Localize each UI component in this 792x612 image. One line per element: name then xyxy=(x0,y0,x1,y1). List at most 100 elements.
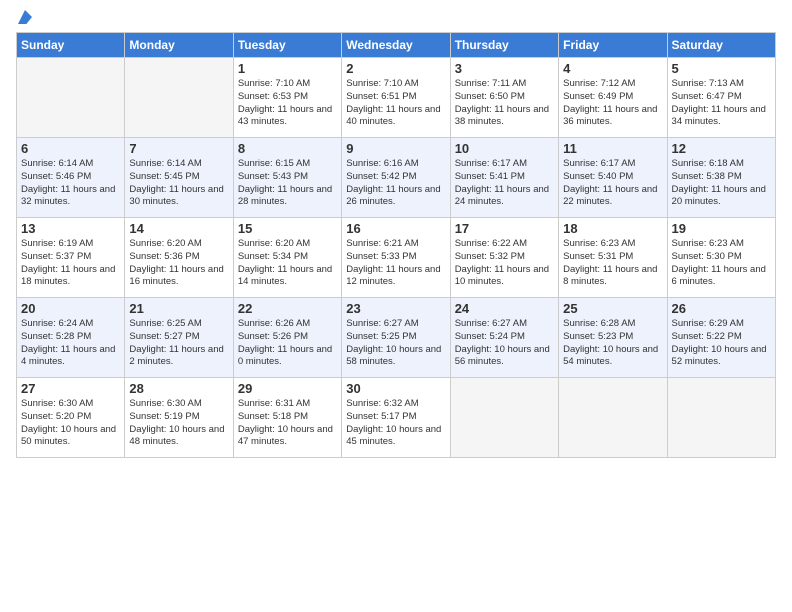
day-info: Sunrise: 6:21 AM Sunset: 5:33 PM Dayligh… xyxy=(346,238,445,289)
calendar-cell: 24 Sunrise: 6:27 AM Sunset: 5:24 PM Dayli… xyxy=(450,298,558,378)
calendar-cell: 27 Sunrise: 6:30 AM Sunset: 5:20 PM Dayli… xyxy=(17,378,125,458)
day-number: 1 xyxy=(238,61,337,76)
day-info: Sunrise: 6:19 AM Sunset: 5:37 PM Dayligh… xyxy=(21,238,120,289)
calendar-cell: 2Sunrise: 7:10 AM Sunset: 6:51 PM Daylig… xyxy=(342,58,450,138)
day-number: 26 xyxy=(672,301,771,316)
calendar-week-row: 27 Sunrise: 6:30 AM Sunset: 5:20 PM Dayli… xyxy=(17,378,776,458)
calendar-day-header: Monday xyxy=(125,33,233,58)
day-info: Sunrise: 7:10 AM Sunset: 6:51 PM Dayligh… xyxy=(346,78,445,129)
calendar-cell xyxy=(667,378,775,458)
day-number: 21 xyxy=(129,301,228,316)
calendar-cell: 10 Sunrise: 6:17 AM Sunset: 5:41 PM Dayli… xyxy=(450,138,558,218)
day-number: 13 xyxy=(21,221,120,236)
day-info: Sunrise: 7:12 AM Sunset: 6:49 PM Dayligh… xyxy=(563,78,662,129)
logo xyxy=(16,10,32,24)
day-number: 17 xyxy=(455,221,554,236)
day-number: 22 xyxy=(238,301,337,316)
calendar-cell: 26 Sunrise: 6:29 AM Sunset: 5:22 PM Dayli… xyxy=(667,298,775,378)
calendar-cell: 29Sunrise: 6:31 AM Sunset: 5:18 PM Dayli… xyxy=(233,378,341,458)
day-info: Sunrise: 6:32 AM Sunset: 5:17 PM Dayligh… xyxy=(346,398,445,449)
calendar-day-header: Wednesday xyxy=(342,33,450,58)
day-number: 7 xyxy=(129,141,228,156)
day-number: 12 xyxy=(672,141,771,156)
calendar-cell: 15 Sunrise: 6:20 AM Sunset: 5:34 PM Dayli… xyxy=(233,218,341,298)
calendar-cell: 30 Sunrise: 6:32 AM Sunset: 5:17 PM Dayli… xyxy=(342,378,450,458)
calendar-cell: 25 Sunrise: 6:28 AM Sunset: 5:23 PM Dayli… xyxy=(559,298,667,378)
calendar-cell: 20 Sunrise: 6:24 AM Sunset: 5:28 PM Dayli… xyxy=(17,298,125,378)
calendar-cell: 11 Sunrise: 6:17 AM Sunset: 5:40 PM Dayli… xyxy=(559,138,667,218)
header xyxy=(16,10,776,24)
day-number: 5 xyxy=(672,61,771,76)
day-info: Sunrise: 6:14 AM Sunset: 5:45 PM Dayligh… xyxy=(129,158,228,209)
calendar-cell: 28 Sunrise: 6:30 AM Sunset: 5:19 PM Dayli… xyxy=(125,378,233,458)
day-info: Sunrise: 6:30 AM Sunset: 5:19 PM Dayligh… xyxy=(129,398,228,449)
calendar-cell: 4 Sunrise: 7:12 AM Sunset: 6:49 PM Daylig… xyxy=(559,58,667,138)
calendar-day-header: Saturday xyxy=(667,33,775,58)
day-info: Sunrise: 6:26 AM Sunset: 5:26 PM Dayligh… xyxy=(238,318,337,369)
calendar-cell: 7 Sunrise: 6:14 AM Sunset: 5:45 PM Daylig… xyxy=(125,138,233,218)
calendar-week-row: 6 Sunrise: 6:14 AM Sunset: 5:46 PM Daylig… xyxy=(17,138,776,218)
day-number: 6 xyxy=(21,141,120,156)
calendar-cell: 18 Sunrise: 6:23 AM Sunset: 5:31 PM Dayli… xyxy=(559,218,667,298)
calendar-cell: 21Sunrise: 6:25 AM Sunset: 5:27 PM Dayli… xyxy=(125,298,233,378)
logo-icon xyxy=(18,10,32,24)
day-number: 23 xyxy=(346,301,445,316)
day-number: 10 xyxy=(455,141,554,156)
day-info: Sunrise: 6:15 AM Sunset: 5:43 PM Dayligh… xyxy=(238,158,337,209)
day-number: 15 xyxy=(238,221,337,236)
day-number: 29 xyxy=(238,381,337,396)
calendar-cell: 1 Sunrise: 7:10 AM Sunset: 6:53 PM Daylig… xyxy=(233,58,341,138)
calendar-cell: 8Sunrise: 6:15 AM Sunset: 5:43 PM Daylig… xyxy=(233,138,341,218)
day-info: Sunrise: 6:17 AM Sunset: 5:40 PM Dayligh… xyxy=(563,158,662,209)
calendar-cell: 23 Sunrise: 6:27 AM Sunset: 5:25 PM Dayli… xyxy=(342,298,450,378)
day-info: Sunrise: 6:20 AM Sunset: 5:34 PM Dayligh… xyxy=(238,238,337,289)
day-info: Sunrise: 7:10 AM Sunset: 6:53 PM Dayligh… xyxy=(238,78,337,129)
calendar-cell xyxy=(17,58,125,138)
calendar-cell: 14Sunrise: 6:20 AM Sunset: 5:36 PM Dayli… xyxy=(125,218,233,298)
day-info: Sunrise: 6:29 AM Sunset: 5:22 PM Dayligh… xyxy=(672,318,771,369)
day-info: Sunrise: 6:17 AM Sunset: 5:41 PM Dayligh… xyxy=(455,158,554,209)
day-number: 18 xyxy=(563,221,662,236)
day-info: Sunrise: 6:27 AM Sunset: 5:25 PM Dayligh… xyxy=(346,318,445,369)
day-number: 20 xyxy=(21,301,120,316)
calendar-cell: 13 Sunrise: 6:19 AM Sunset: 5:37 PM Dayli… xyxy=(17,218,125,298)
calendar-day-header: Sunday xyxy=(17,33,125,58)
calendar-cell: 12Sunrise: 6:18 AM Sunset: 5:38 PM Dayli… xyxy=(667,138,775,218)
day-number: 9 xyxy=(346,141,445,156)
day-number: 11 xyxy=(563,141,662,156)
calendar-day-header: Tuesday xyxy=(233,33,341,58)
calendar-cell xyxy=(450,378,558,458)
calendar-week-row: 13 Sunrise: 6:19 AM Sunset: 5:37 PM Dayli… xyxy=(17,218,776,298)
day-number: 27 xyxy=(21,381,120,396)
day-info: Sunrise: 6:24 AM Sunset: 5:28 PM Dayligh… xyxy=(21,318,120,369)
day-number: 3 xyxy=(455,61,554,76)
calendar-week-row: 20 Sunrise: 6:24 AM Sunset: 5:28 PM Dayli… xyxy=(17,298,776,378)
day-info: Sunrise: 7:11 AM Sunset: 6:50 PM Dayligh… xyxy=(455,78,554,129)
calendar-cell: 3 Sunrise: 7:11 AM Sunset: 6:50 PM Daylig… xyxy=(450,58,558,138)
calendar-cell xyxy=(125,58,233,138)
day-info: Sunrise: 6:23 AM Sunset: 5:31 PM Dayligh… xyxy=(563,238,662,289)
day-info: Sunrise: 6:27 AM Sunset: 5:24 PM Dayligh… xyxy=(455,318,554,369)
day-number: 28 xyxy=(129,381,228,396)
calendar-cell xyxy=(559,378,667,458)
day-number: 19 xyxy=(672,221,771,236)
day-info: Sunrise: 6:16 AM Sunset: 5:42 PM Dayligh… xyxy=(346,158,445,209)
calendar-cell: 19 Sunrise: 6:23 AM Sunset: 5:30 PM Dayli… xyxy=(667,218,775,298)
day-number: 30 xyxy=(346,381,445,396)
day-info: Sunrise: 6:14 AM Sunset: 5:46 PM Dayligh… xyxy=(21,158,120,209)
day-info: Sunrise: 7:13 AM Sunset: 6:47 PM Dayligh… xyxy=(672,78,771,129)
calendar-week-row: 1 Sunrise: 7:10 AM Sunset: 6:53 PM Daylig… xyxy=(17,58,776,138)
day-info: Sunrise: 6:20 AM Sunset: 5:36 PM Dayligh… xyxy=(129,238,228,289)
day-info: Sunrise: 6:30 AM Sunset: 5:20 PM Dayligh… xyxy=(21,398,120,449)
day-number: 25 xyxy=(563,301,662,316)
day-info: Sunrise: 6:28 AM Sunset: 5:23 PM Dayligh… xyxy=(563,318,662,369)
day-info: Sunrise: 6:23 AM Sunset: 5:30 PM Dayligh… xyxy=(672,238,771,289)
calendar: SundayMondayTuesdayWednesdayThursdayFrid… xyxy=(16,32,776,458)
day-number: 4 xyxy=(563,61,662,76)
calendar-day-header: Friday xyxy=(559,33,667,58)
day-number: 16 xyxy=(346,221,445,236)
calendar-cell: 5 Sunrise: 7:13 AM Sunset: 6:47 PM Daylig… xyxy=(667,58,775,138)
calendar-cell: 9 Sunrise: 6:16 AM Sunset: 5:42 PM Daylig… xyxy=(342,138,450,218)
day-number: 24 xyxy=(455,301,554,316)
calendar-cell: 6 Sunrise: 6:14 AM Sunset: 5:46 PM Daylig… xyxy=(17,138,125,218)
